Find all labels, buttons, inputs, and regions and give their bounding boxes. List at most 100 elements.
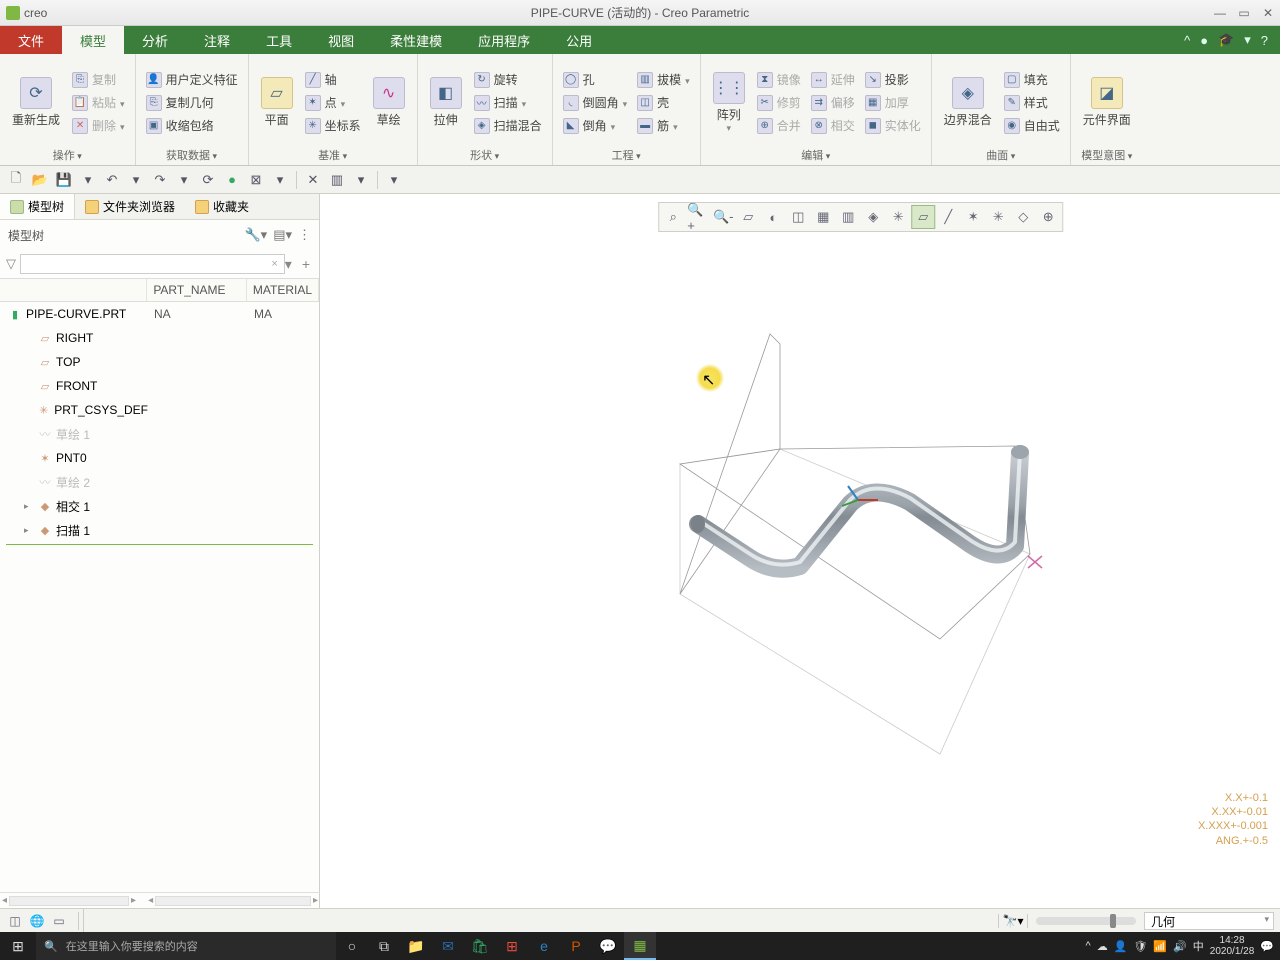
taskbar-clock[interactable]: 14:28 2020/1/28 [1210, 935, 1255, 957]
tray-people-icon[interactable]: 👤 [1114, 940, 1128, 953]
tray-cloud-icon[interactable]: ☁ [1097, 940, 1108, 953]
solidify-button[interactable]: ◼实体化 [863, 116, 923, 135]
help-icon[interactable]: ? [1261, 33, 1268, 48]
undo-button[interactable]: ↶ [102, 170, 122, 190]
axis-display-button[interactable]: ╱ [936, 205, 960, 229]
layout-button[interactable]: ▥ [327, 170, 347, 190]
tray-network-icon[interactable]: 📶 [1153, 940, 1167, 953]
tray-ime-label[interactable]: 中 [1193, 938, 1204, 954]
open-file-button[interactable]: 📂 [30, 170, 50, 190]
tab-file[interactable]: 文件 [0, 26, 62, 54]
close-window-button[interactable]: ⊠ [246, 170, 266, 190]
tab-applications[interactable]: 应用程序 [460, 26, 548, 54]
filter-icon[interactable]: ▽ [6, 256, 16, 272]
outlook-icon[interactable]: ✉ [432, 932, 464, 960]
tab-view[interactable]: 视图 [310, 26, 372, 54]
tree-item-4[interactable]: 〰草绘 1 [0, 422, 319, 446]
tab-analysis[interactable]: 分析 [124, 26, 186, 54]
copy-geometry-button[interactable]: ⎘复制几何 [144, 93, 240, 112]
axis-button[interactable]: ╱轴 [303, 70, 363, 89]
refit-button[interactable]: ⌕ [661, 205, 685, 229]
regenerate-quick-button[interactable]: ⟳ [198, 170, 218, 190]
plane-button[interactable]: ▱平面 [257, 58, 297, 147]
save-button[interactable]: 💾 [54, 170, 74, 190]
save-dropdown[interactable]: ▾ [78, 170, 98, 190]
regenerate-button[interactable]: ⟳ 重新生成 [8, 58, 64, 147]
tree-item-8[interactable]: ▸◆扫描 1 [0, 518, 319, 542]
user-icon[interactable]: ● [1200, 33, 1208, 48]
close-button[interactable]: ✕ [1256, 1, 1280, 25]
explorer-icon[interactable]: 📁 [400, 932, 432, 960]
tree-item-6[interactable]: 〰草绘 2 [0, 470, 319, 494]
layout-dropdown[interactable]: ▾ [351, 170, 371, 190]
saved-views-button[interactable]: ▦ [811, 205, 835, 229]
shade-edges-button[interactable]: ◐ [761, 205, 785, 229]
find-button[interactable]: 🔭▾ [998, 914, 1028, 928]
add-column-button[interactable]: + [299, 256, 313, 272]
sb-web-button[interactable]: 🌐 [28, 912, 46, 930]
component-interface-button[interactable]: ◪元件界面 [1079, 58, 1135, 147]
sb-notebook-button[interactable]: ▭ [50, 912, 68, 930]
customize-dropdown[interactable]: ▾ [384, 170, 404, 190]
pattern-button[interactable]: ⋮⋮阵列▾ [709, 58, 749, 147]
tray-expand-icon[interactable]: ^ [1086, 940, 1091, 952]
maximize-button[interactable]: ▭ [1232, 1, 1256, 25]
close-doc-button[interactable]: ✕ [303, 170, 323, 190]
offset-button[interactable]: ⇉偏移 [809, 93, 857, 112]
zoom-slider[interactable] [1036, 917, 1136, 925]
hole-button[interactable]: ◯孔 [561, 70, 630, 89]
thicken-button[interactable]: ▦加厚 [863, 93, 923, 112]
csys-button[interactable]: ✳坐标系 [303, 116, 363, 135]
annotation-display-button[interactable]: ◇ [1011, 205, 1035, 229]
tree-item-1[interactable]: ▱TOP [0, 350, 319, 374]
column-partname[interactable]: PART_NAME [147, 279, 247, 301]
redo-dropdown[interactable]: ▾ [174, 170, 194, 190]
creo-taskbar-icon[interactable]: ▦ [624, 932, 656, 960]
tray-security-icon[interactable]: 🛡 [1133, 940, 1147, 953]
boundary-blend-button[interactable]: ◈边界混合 [940, 58, 996, 147]
notifications-icon[interactable]: 💬 [1260, 940, 1274, 953]
view-manager-button[interactable]: ▥ [836, 205, 860, 229]
new-file-button[interactable]: 🗋 [6, 170, 26, 190]
tree-item-3[interactable]: ✳PRT_CSYS_DEF [0, 398, 319, 422]
selection-filter-dropdown[interactable]: 几何 [1144, 912, 1274, 930]
project-button[interactable]: ↘投影 [863, 70, 923, 89]
tree-item-0[interactable]: ▱RIGHT [0, 326, 319, 350]
minimize-button[interactable]: — [1208, 1, 1232, 25]
csys-display-button[interactable]: ✳ [986, 205, 1010, 229]
display-style-button[interactable]: ◫ [786, 205, 810, 229]
clear-search-button[interactable]: × [271, 258, 277, 270]
tree-options-button[interactable]: ⋮ [298, 227, 311, 243]
tab-annotate[interactable]: 注释 [186, 26, 248, 54]
taskbar-search[interactable]: 🔍 在这里输入你要搜索的内容 [36, 932, 336, 960]
merge-button[interactable]: ⊕合并 [755, 116, 803, 135]
windows-button[interactable]: ● [222, 170, 242, 190]
sb-tile-button[interactable]: ◫ [6, 912, 24, 930]
perspective-button[interactable]: ◈ [861, 205, 885, 229]
spin-center-button[interactable]: ⊕ [1036, 205, 1060, 229]
tree-show-button[interactable]: ▤▾ [273, 227, 292, 243]
freestyle-button[interactable]: ◉自由式 [1002, 116, 1062, 135]
wechat-icon[interactable]: 💬 [592, 932, 624, 960]
powerpoint-icon[interactable]: P [560, 932, 592, 960]
point-button[interactable]: ✶点 [303, 93, 363, 112]
tree-item-2[interactable]: ▱FRONT [0, 374, 319, 398]
delete-button[interactable]: ✕删除 [70, 116, 127, 135]
panel-tab-favorites[interactable]: 收藏夹 [185, 194, 259, 219]
ms-icon[interactable]: ⊞ [496, 932, 528, 960]
dropdown-icon[interactable]: ▾ [1244, 32, 1251, 48]
expander-icon[interactable]: ▸ [24, 501, 34, 512]
cortana-icon[interactable]: ○ [336, 932, 368, 960]
panel-tab-model-tree[interactable]: 模型树 [0, 194, 75, 219]
intersect-button[interactable]: ⊗相交 [809, 116, 857, 135]
round-button[interactable]: ◟倒圆角 [561, 93, 630, 112]
trim-button[interactable]: ✂修剪 [755, 93, 803, 112]
redo-button[interactable]: ↷ [150, 170, 170, 190]
learn-icon[interactable]: 🎓 [1218, 32, 1234, 48]
fill-button[interactable]: ▢填充 [1002, 70, 1062, 89]
tree-horizontal-scrollbar[interactable]: ◂▸ ◂▸ [0, 892, 320, 908]
shrinkwrap-button[interactable]: ▣收缩包络 [144, 116, 240, 135]
tab-flexible[interactable]: 柔性建模 [372, 26, 460, 54]
point-display-button[interactable]: ✶ [961, 205, 985, 229]
tree-insert-indicator[interactable] [6, 544, 313, 545]
